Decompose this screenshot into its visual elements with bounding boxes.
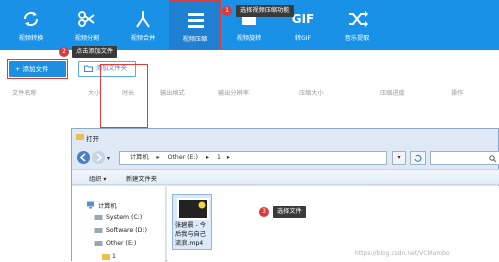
file-item[interactable]: 张碧晨 - 今后我与自己流浪.mp4 — [172, 194, 212, 250]
nav-item-computer[interactable]: 计算机 — [98, 201, 117, 210]
refresh-button[interactable] — [410, 151, 426, 165]
command-bar: 组织 ▾ 新建文件夹 — [72, 169, 499, 185]
breadcrumb-item[interactable]: Other (E:) — [168, 154, 198, 161]
chevron-right-icon: ▸ — [205, 154, 210, 161]
arrow-left-icon — [79, 153, 86, 162]
column-header: 压缩进度 — [380, 90, 405, 97]
folder-icon — [76, 134, 84, 140]
tool-label: 音乐提取 — [344, 35, 370, 42]
compress-icon — [188, 13, 204, 28]
callout-tip-3: 选择文件 — [273, 206, 306, 218]
nav-item-drive-c[interactable]: System (C:) — [106, 214, 142, 221]
tool-label: 视频压缩 — [182, 36, 208, 43]
column-header: 文件名称 — [12, 90, 37, 97]
callout-badge-3: 3 — [259, 207, 269, 217]
nav-item-drive-e[interactable]: Other (E:) — [106, 240, 136, 247]
drive-icon — [94, 241, 103, 246]
tool-label: 视频旋转 — [236, 35, 262, 42]
column-header: 大小 — [88, 90, 101, 97]
callout-tip-2: 点击添加文件 — [72, 46, 118, 58]
add-file-button[interactable]: + 添加文件 — [9, 61, 66, 77]
file-name: 张碧晨 - 今后我与自己流浪.mp4 — [175, 222, 206, 247]
organize-button[interactable]: 组织 ▾ — [89, 174, 106, 183]
callout-tip-1: 选择视频压缩功能 — [236, 5, 294, 17]
video-thumbnail — [177, 198, 209, 220]
folder-icon — [102, 254, 110, 260]
tool-video-split[interactable]: 视频分割 — [61, 0, 113, 50]
open-file-dialog: 打开 ▾ 计算机 ▸ Other (E:) ▸ 1 ▸ ▾ 组织 ▾ 新建文件夹… — [71, 128, 499, 262]
column-header: 输出分辨率 — [218, 90, 249, 97]
tool-music-extract[interactable]: 音乐提取 — [331, 0, 383, 50]
drive-icon — [94, 228, 103, 233]
refresh-icon — [414, 154, 422, 162]
arrow-right-icon — [96, 153, 103, 162]
tool-label: 视频分割 — [74, 35, 100, 42]
new-folder-button[interactable]: 新建文件夹 — [126, 174, 157, 183]
computer-icon — [87, 201, 94, 209]
chevron-right-icon: ▸ — [226, 154, 231, 161]
chevron-right-icon: ▸ — [156, 154, 160, 161]
search-icon — [489, 155, 496, 162]
address-dropdown-button[interactable]: ▾ — [392, 151, 406, 165]
merge-icon — [136, 11, 150, 28]
column-header: 操作 — [451, 90, 464, 97]
convert-icon — [23, 11, 39, 27]
breadcrumb-item[interactable]: 计算机 — [130, 154, 149, 161]
folder-icon — [84, 65, 93, 72]
column-header: 输出格式 — [160, 90, 185, 97]
tool-video-convert[interactable]: 视频转换 — [5, 0, 57, 50]
nav-item-folder[interactable]: 1 — [112, 253, 116, 260]
callout-badge-1: 1 — [222, 6, 232, 16]
watermark: https://blog.csdn.net/VCMambo — [355, 250, 450, 257]
tool-label: 视频转换 — [18, 35, 44, 42]
highlight-frame — [100, 64, 148, 128]
navigation-pane: 计算机 System (C:) Software (D:) Other (E:)… — [72, 186, 166, 262]
back-button[interactable] — [77, 151, 90, 164]
address-bar[interactable]: 计算机 ▸ Other (E:) ▸ 1 ▸ — [119, 151, 387, 165]
play-icon — [198, 201, 206, 209]
search-input[interactable] — [430, 151, 499, 165]
nav-item-drive-d[interactable]: Software (D:) — [106, 227, 147, 234]
tool-video-merge[interactable]: 视频合并 — [117, 0, 169, 50]
drive-icon — [94, 215, 103, 220]
column-header: 压缩大小 — [299, 90, 324, 97]
recent-dropdown-icon[interactable]: ▾ — [107, 155, 110, 162]
tool-label: 转GIF — [294, 35, 312, 42]
callout-badge-2: 2 — [59, 47, 69, 57]
forward-button[interactable] — [92, 151, 105, 164]
shuffle-icon — [349, 11, 368, 27]
tool-video-compress[interactable]: 视频压缩 — [169, 0, 221, 50]
dialog-title: 打开 — [86, 135, 99, 143]
tool-label: 视频合并 — [130, 35, 156, 42]
breadcrumb-item[interactable]: 1 — [217, 154, 221, 161]
scissors-icon — [78, 11, 95, 27]
